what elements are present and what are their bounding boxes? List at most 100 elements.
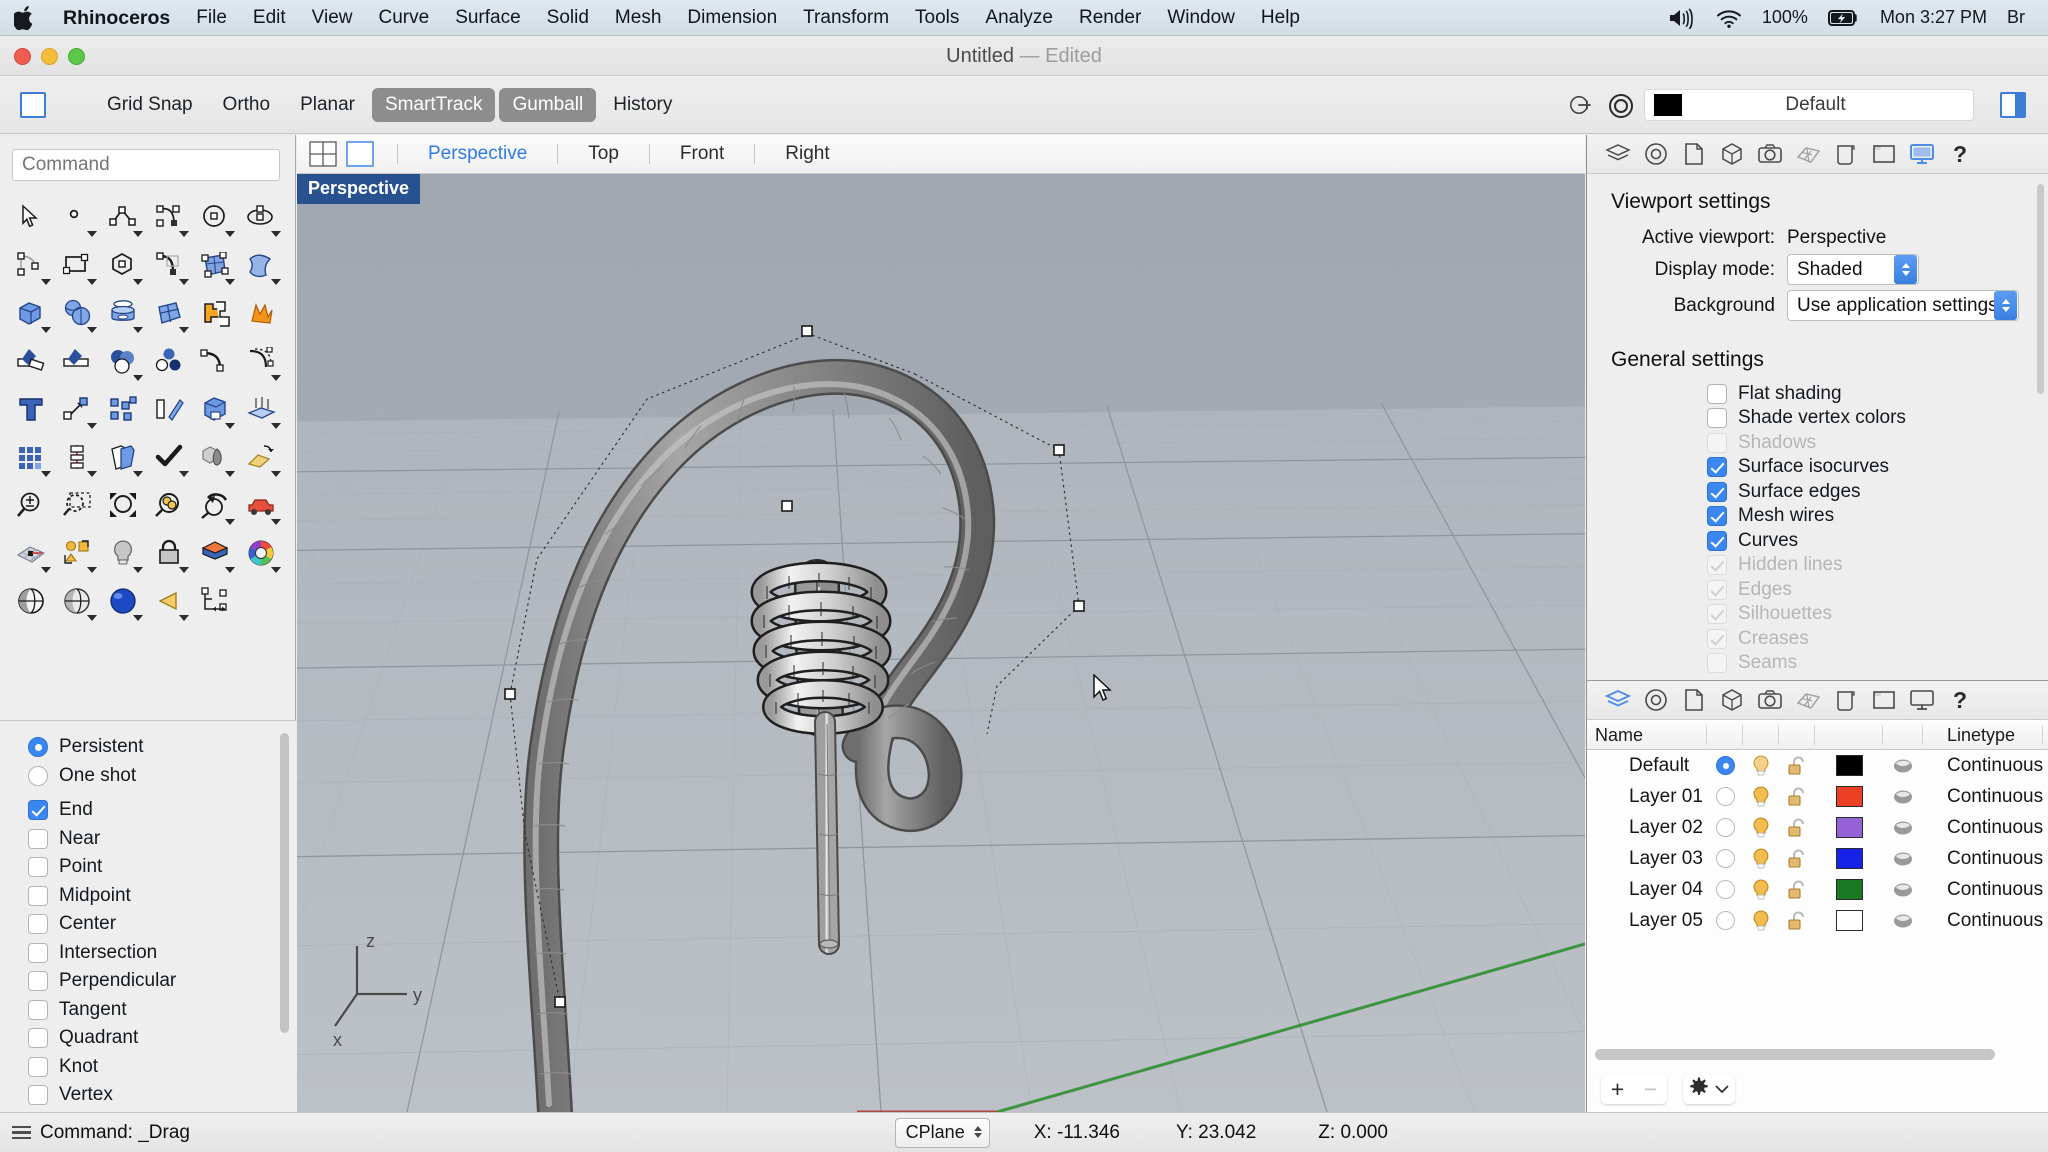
layer-current-toggle[interactable] xyxy=(1707,849,1743,868)
menu-solid[interactable]: Solid xyxy=(534,0,602,36)
named-views-icon[interactable] xyxy=(1829,139,1863,169)
checkbox-mesh-wires[interactable] xyxy=(1707,506,1727,526)
select-arrow-icon[interactable] xyxy=(8,193,54,241)
radio-current-layer[interactable] xyxy=(1716,911,1735,930)
toggle-planar[interactable]: Planar xyxy=(287,88,368,122)
copy-icon[interactable] xyxy=(100,433,146,481)
properties-icon[interactable] xyxy=(1677,139,1711,169)
fillet-curve-icon[interactable] xyxy=(192,337,238,385)
volume-icon[interactable] xyxy=(1659,7,1705,29)
boolean-union-icon[interactable] xyxy=(192,289,238,337)
layer-target-icon[interactable] xyxy=(1606,91,1634,119)
checkbox-knot[interactable] xyxy=(28,1057,48,1077)
setting-surface-isocurves[interactable]: Surface isocurves xyxy=(1707,456,2048,478)
menu-help[interactable]: Help xyxy=(1248,0,1313,36)
left-sidebar-toggle-icon[interactable] xyxy=(20,92,46,118)
checkbox-midpoint[interactable] xyxy=(28,886,48,906)
menubar-clock[interactable]: Mon 3:27 PM xyxy=(1871,7,1996,28)
cplane-icon[interactable] xyxy=(8,529,54,577)
layer-color-swatch[interactable] xyxy=(1815,755,1883,776)
command-input[interactable] xyxy=(12,149,280,181)
named-views-icon[interactable] xyxy=(1829,685,1863,715)
display-mode-select[interactable]: Shaded xyxy=(1787,254,1919,285)
radio-one-shot[interactable] xyxy=(28,766,48,786)
table-row[interactable]: Layer 04 Continuous xyxy=(1587,874,2048,905)
table-row[interactable]: Layer 05 Continuous xyxy=(1587,905,2048,936)
layer-current-toggle[interactable] xyxy=(1707,880,1743,899)
rendered-view-icon[interactable] xyxy=(100,577,146,625)
view-cone-icon[interactable] xyxy=(146,577,192,625)
box-solid-icon[interactable] xyxy=(8,289,54,337)
arc-icon[interactable] xyxy=(8,241,54,289)
layer-name[interactable]: Layer 02 xyxy=(1587,817,1707,839)
layer-name[interactable]: Layer 01 xyxy=(1587,786,1707,808)
surface-patch-icon[interactable] xyxy=(192,241,238,289)
viewport-tab-perspective[interactable]: Perspective xyxy=(412,143,543,165)
boolean-difference-icon[interactable] xyxy=(192,385,238,433)
zoom-in-out-icon[interactable] xyxy=(8,481,54,529)
layer-current-toggle[interactable] xyxy=(1707,911,1743,930)
zoom-window-icon[interactable] xyxy=(54,481,100,529)
layer-visibility-icon[interactable] xyxy=(1743,785,1779,809)
four-view-layout-icon[interactable] xyxy=(309,141,337,167)
layer-print-width-icon[interactable] xyxy=(1883,818,1923,838)
display-mode-stepper-icon[interactable] xyxy=(1894,255,1917,284)
shade-view-icon[interactable] xyxy=(8,577,54,625)
layer-name[interactable]: Layer 04 xyxy=(1587,879,1707,901)
toggle-ortho[interactable]: Ortho xyxy=(210,88,284,122)
move-icon[interactable] xyxy=(54,385,100,433)
sphere-solid-icon[interactable] xyxy=(54,289,100,337)
osnap-quadrant[interactable]: Quadrant xyxy=(28,1024,296,1053)
menu-analyze[interactable]: Analyze xyxy=(972,0,1066,36)
osnap-midpoint[interactable]: Midpoint xyxy=(28,882,296,911)
menu-transform[interactable]: Transform xyxy=(790,0,902,36)
background-stepper-icon[interactable] xyxy=(1994,291,2017,320)
osnap-center[interactable]: Center xyxy=(28,910,296,939)
radio-current-layer[interactable] xyxy=(1716,818,1735,837)
osnap-perpendicular[interactable]: Perpendicular xyxy=(28,967,296,996)
checkbox-surface-edges[interactable] xyxy=(1707,482,1727,502)
layer-linetype[interactable]: Continuous xyxy=(1923,755,2043,777)
layer-lock-icon[interactable] xyxy=(1779,754,1815,778)
layer-print-width-icon[interactable] xyxy=(1883,756,1923,776)
menu-render[interactable]: Render xyxy=(1066,0,1154,36)
checkbox-point[interactable] xyxy=(28,857,48,877)
render-mesh-icon[interactable] xyxy=(1791,139,1825,169)
remove-layer-button[interactable]: − xyxy=(1634,1075,1667,1104)
extrude-icon[interactable] xyxy=(238,385,284,433)
ghosted-view-icon[interactable] xyxy=(54,577,100,625)
layer-lock-icon[interactable] xyxy=(1779,816,1815,840)
menu-file[interactable]: File xyxy=(183,0,240,36)
cplane-selector[interactable]: CPlane xyxy=(895,1118,990,1148)
menu-curve[interactable]: Curve xyxy=(366,0,443,36)
offset-curve-icon[interactable] xyxy=(238,337,284,385)
perspective-viewport[interactable]: Perspective xyxy=(297,174,1585,1112)
osnap-tangent[interactable]: Tangent xyxy=(28,996,296,1025)
toggle-gumball[interactable]: Gumball xyxy=(499,88,596,122)
current-layer-selector[interactable]: Default xyxy=(1644,89,1974,121)
cplane-stepper-icon[interactable] xyxy=(974,1126,982,1138)
setting-mesh-wires[interactable]: Mesh wires xyxy=(1707,505,2048,527)
layer-color-swatch[interactable] xyxy=(1815,910,1883,931)
rectangle-icon[interactable] xyxy=(54,241,100,289)
layer-linetype[interactable]: Continuous xyxy=(1923,848,2043,870)
column-name[interactable]: Name xyxy=(1587,720,1707,750)
checkbox-flat-shading[interactable] xyxy=(1707,384,1727,404)
camera-icon[interactable] xyxy=(1753,685,1787,715)
layer-linetype[interactable]: Continuous xyxy=(1923,786,2043,808)
checkbox-quadrant[interactable] xyxy=(28,1028,48,1048)
radio-current-layer[interactable] xyxy=(1716,849,1735,868)
layer-visibility-icon[interactable] xyxy=(1743,878,1779,902)
lock-icon[interactable] xyxy=(146,529,192,577)
chevron-down-icon[interactable] xyxy=(1715,1081,1729,1099)
block-structure-icon[interactable] xyxy=(192,577,238,625)
trim-icon[interactable] xyxy=(54,337,100,385)
viewport-tab-front[interactable]: Front xyxy=(664,143,740,165)
check-icon[interactable] xyxy=(146,433,192,481)
render-mesh-icon[interactable] xyxy=(238,433,284,481)
layers-icon[interactable] xyxy=(1601,139,1635,169)
properties-icon[interactable] xyxy=(1677,685,1711,715)
layer-print-width-icon[interactable] xyxy=(1883,880,1923,900)
osnap-end[interactable]: End xyxy=(28,796,296,825)
setting-shade-vertex-colors[interactable]: Shade vertex colors xyxy=(1707,407,2048,429)
